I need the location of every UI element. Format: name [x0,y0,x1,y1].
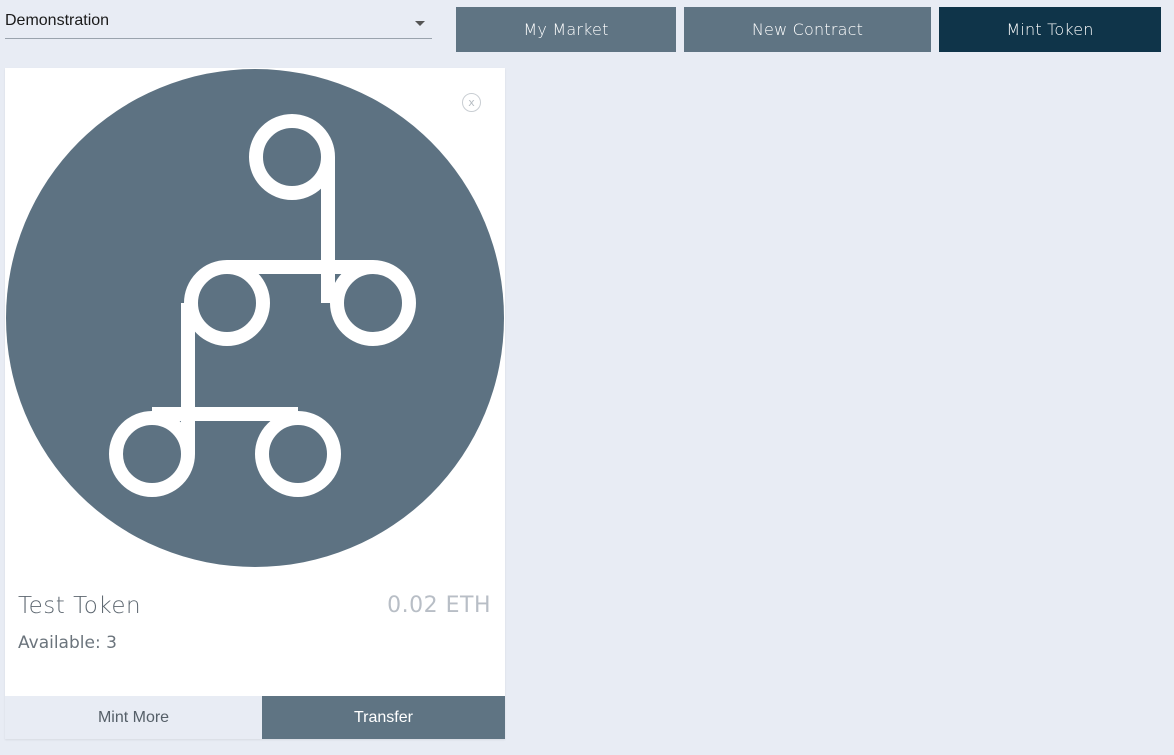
token-name: Test Token [18,593,142,619]
market-select-value: Demonstration [5,12,110,29]
card-actions: Mint More Transfer [5,696,505,739]
my-market-button[interactable]: My Market [456,7,676,52]
mint-token-button[interactable]: Mint Token [939,7,1161,52]
mint-more-button[interactable]: Mint More [5,696,262,739]
token-price: 0.02 ETH [387,593,491,618]
close-glyph: x [468,96,475,109]
token-available: Available: 3 [18,633,117,653]
node-network-icon [6,69,504,567]
market-select[interactable]: Demonstration [5,8,432,39]
chevron-down-icon [415,21,425,26]
transfer-button[interactable]: Transfer [262,696,505,739]
token-card: x Test Token 0.02 ETH Available: 3 Mint … [5,68,505,739]
close-icon[interactable]: x [462,93,481,112]
new-contract-button[interactable]: New Contract [684,7,931,52]
top-bar: Demonstration My Market New Contract Min… [0,0,1174,60]
